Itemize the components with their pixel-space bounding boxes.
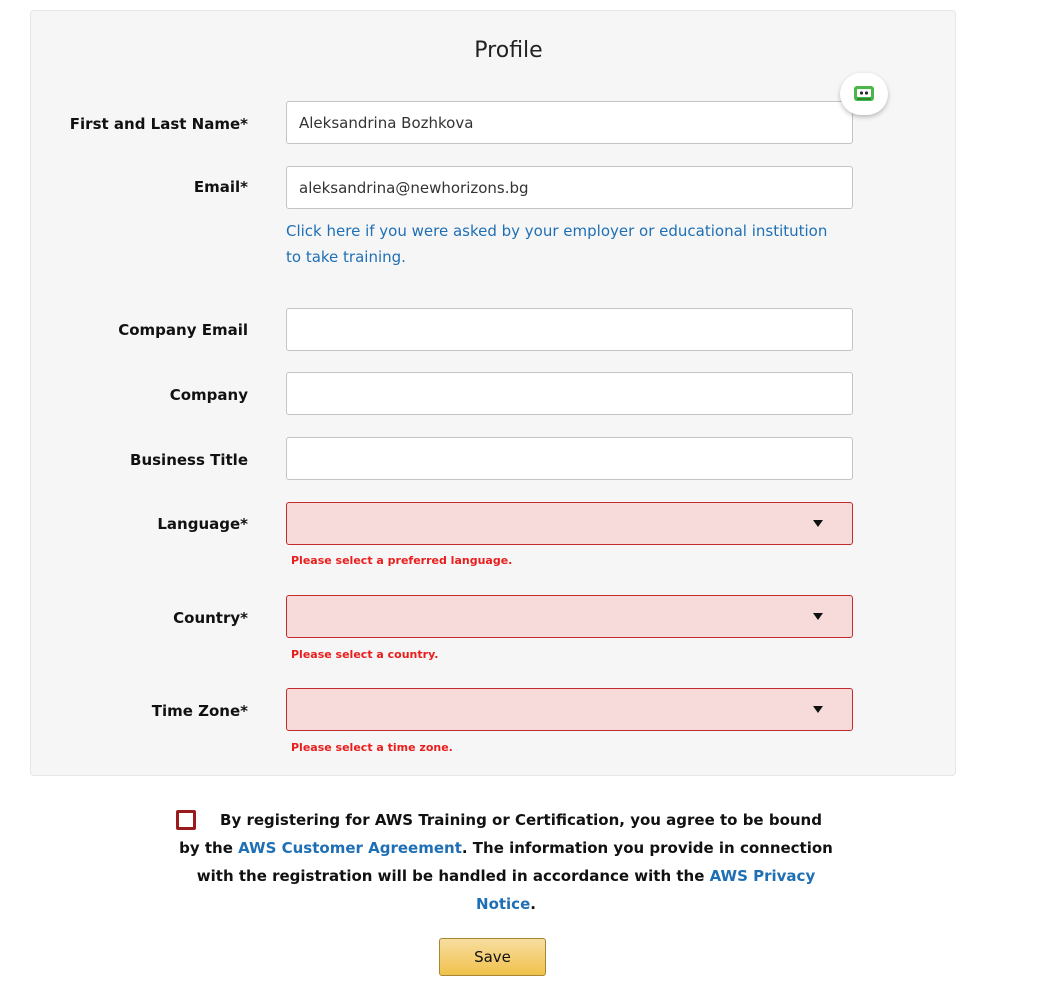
language-select[interactable] (286, 502, 853, 545)
email-label: Email* (193, 178, 248, 196)
company-input[interactable] (286, 372, 853, 415)
extension-badge[interactable] (840, 73, 888, 115)
aws-customer-agreement-link[interactable]: AWS Customer Agreement (238, 839, 462, 857)
language-label: Language* (157, 515, 248, 533)
email-input[interactable]: aleksandrina@newhorizons.bg (286, 166, 853, 209)
business-title-label: Business Title (130, 451, 248, 469)
company-email-label: Company Email (118, 321, 248, 339)
company-label: Company (169, 386, 248, 404)
business-title-input[interactable] (286, 437, 853, 480)
caret-down-icon (813, 706, 823, 713)
country-label: Country* (173, 609, 248, 627)
country-select[interactable] (286, 595, 853, 638)
robot-face-icon (854, 86, 874, 101)
caret-down-icon (813, 613, 823, 620)
company-email-input[interactable] (286, 308, 853, 351)
time-zone-error: Please select a time zone. (291, 741, 453, 754)
employer-training-link[interactable]: Click here if you were asked by your emp… (286, 218, 846, 270)
name-label: First and Last Name* (69, 115, 248, 133)
name-input[interactable]: Aleksandrina Bozhkova (286, 101, 853, 144)
agreement-text-part-3: . (530, 895, 536, 913)
save-button[interactable]: Save (439, 938, 546, 976)
caret-down-icon (813, 520, 823, 527)
language-error: Please select a preferred language. (291, 554, 513, 567)
country-error: Please select a country. (291, 648, 439, 661)
page-title: Profile (474, 38, 543, 63)
time-zone-label: Time Zone* (151, 702, 248, 720)
time-zone-select[interactable] (286, 688, 853, 731)
agreement-text: By registering for AWS Training or Certi… (178, 806, 834, 918)
